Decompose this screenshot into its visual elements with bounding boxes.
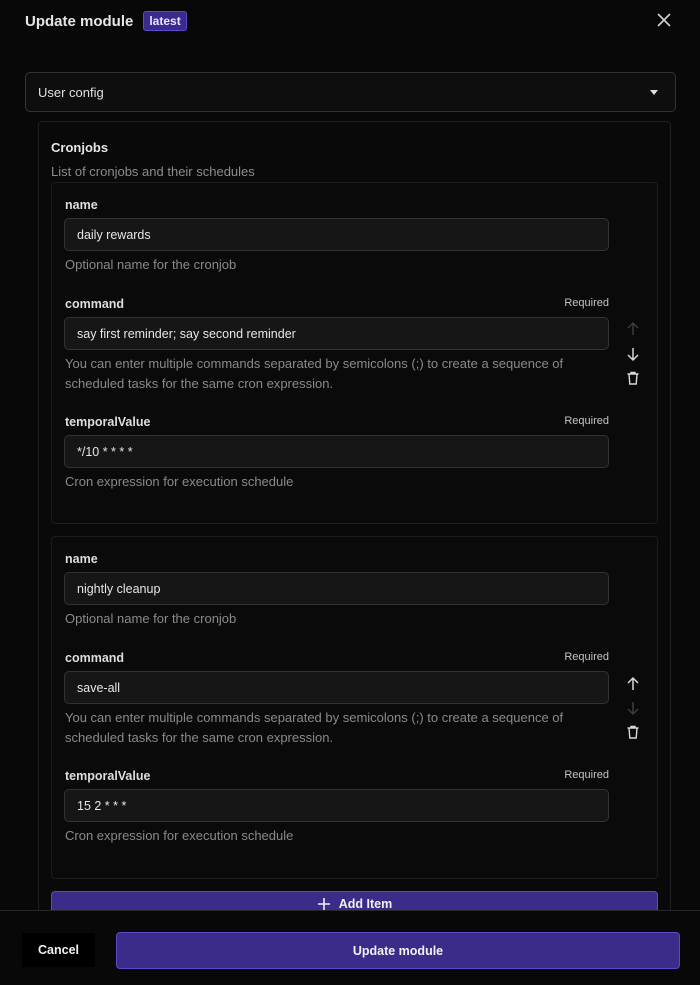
cronjob-item: name daily rewards Optional name for the… (51, 182, 658, 524)
arrow-up-icon[interactable] (625, 676, 641, 692)
command-input[interactable]: save-all (64, 671, 609, 704)
name-input[interactable]: nightly cleanup (64, 572, 609, 605)
name-help: Optional name for the cronjob (65, 257, 237, 272)
name-label: name (65, 198, 98, 212)
version-badge: latest (143, 11, 187, 31)
cancel-button[interactable]: Cancel (22, 933, 95, 967)
required-label: Required (564, 297, 609, 309)
trash-icon[interactable] (625, 370, 641, 386)
temporal-input[interactable]: 15 2 * * * (64, 789, 609, 822)
trash-icon[interactable] (625, 724, 641, 740)
config-select-value: User config (38, 84, 104, 100)
arrow-up-icon[interactable] (625, 321, 641, 337)
close-icon[interactable] (655, 11, 673, 29)
temporal-input[interactable]: */10 * * * * (64, 435, 609, 468)
temporal-label: temporalValue (65, 769, 151, 783)
name-help: Optional name for the cronjob (65, 611, 237, 626)
arrow-down-icon[interactable] (625, 346, 641, 362)
command-label: command (65, 651, 125, 665)
required-label: Required (564, 651, 609, 663)
required-label: Required (564, 415, 609, 427)
arrow-down-icon[interactable] (625, 700, 641, 716)
modal-title: Update module (25, 12, 134, 30)
name-input[interactable]: daily rewards (64, 218, 609, 251)
plus-icon (317, 898, 330, 910)
config-select[interactable]: User config (25, 72, 676, 112)
update-module-button[interactable]: Update module (116, 932, 680, 969)
temporal-help: Cron expression for execution schedule (65, 474, 294, 489)
temporal-help: Cron expression for execution schedule (65, 828, 294, 843)
modal-header: Update module latest (25, 10, 675, 32)
cronjobs-title: Cronjobs (51, 140, 109, 155)
command-label: command (65, 297, 125, 311)
command-help: You can enter multiple commands separate… (65, 356, 564, 391)
modal-footer: Cancel Update module (0, 910, 700, 985)
command-help: You can enter multiple commands separate… (65, 710, 564, 745)
required-label: Required (564, 769, 609, 781)
cronjob-item: name nightly cleanup Optional name for t… (51, 536, 658, 879)
command-input[interactable]: say first reminder; say second reminder (64, 317, 609, 350)
temporal-label: temporalValue (65, 415, 151, 429)
cronjobs-description: List of cronjobs and their schedules (51, 164, 255, 179)
chevron-down-icon (650, 90, 658, 95)
name-label: name (65, 552, 98, 566)
